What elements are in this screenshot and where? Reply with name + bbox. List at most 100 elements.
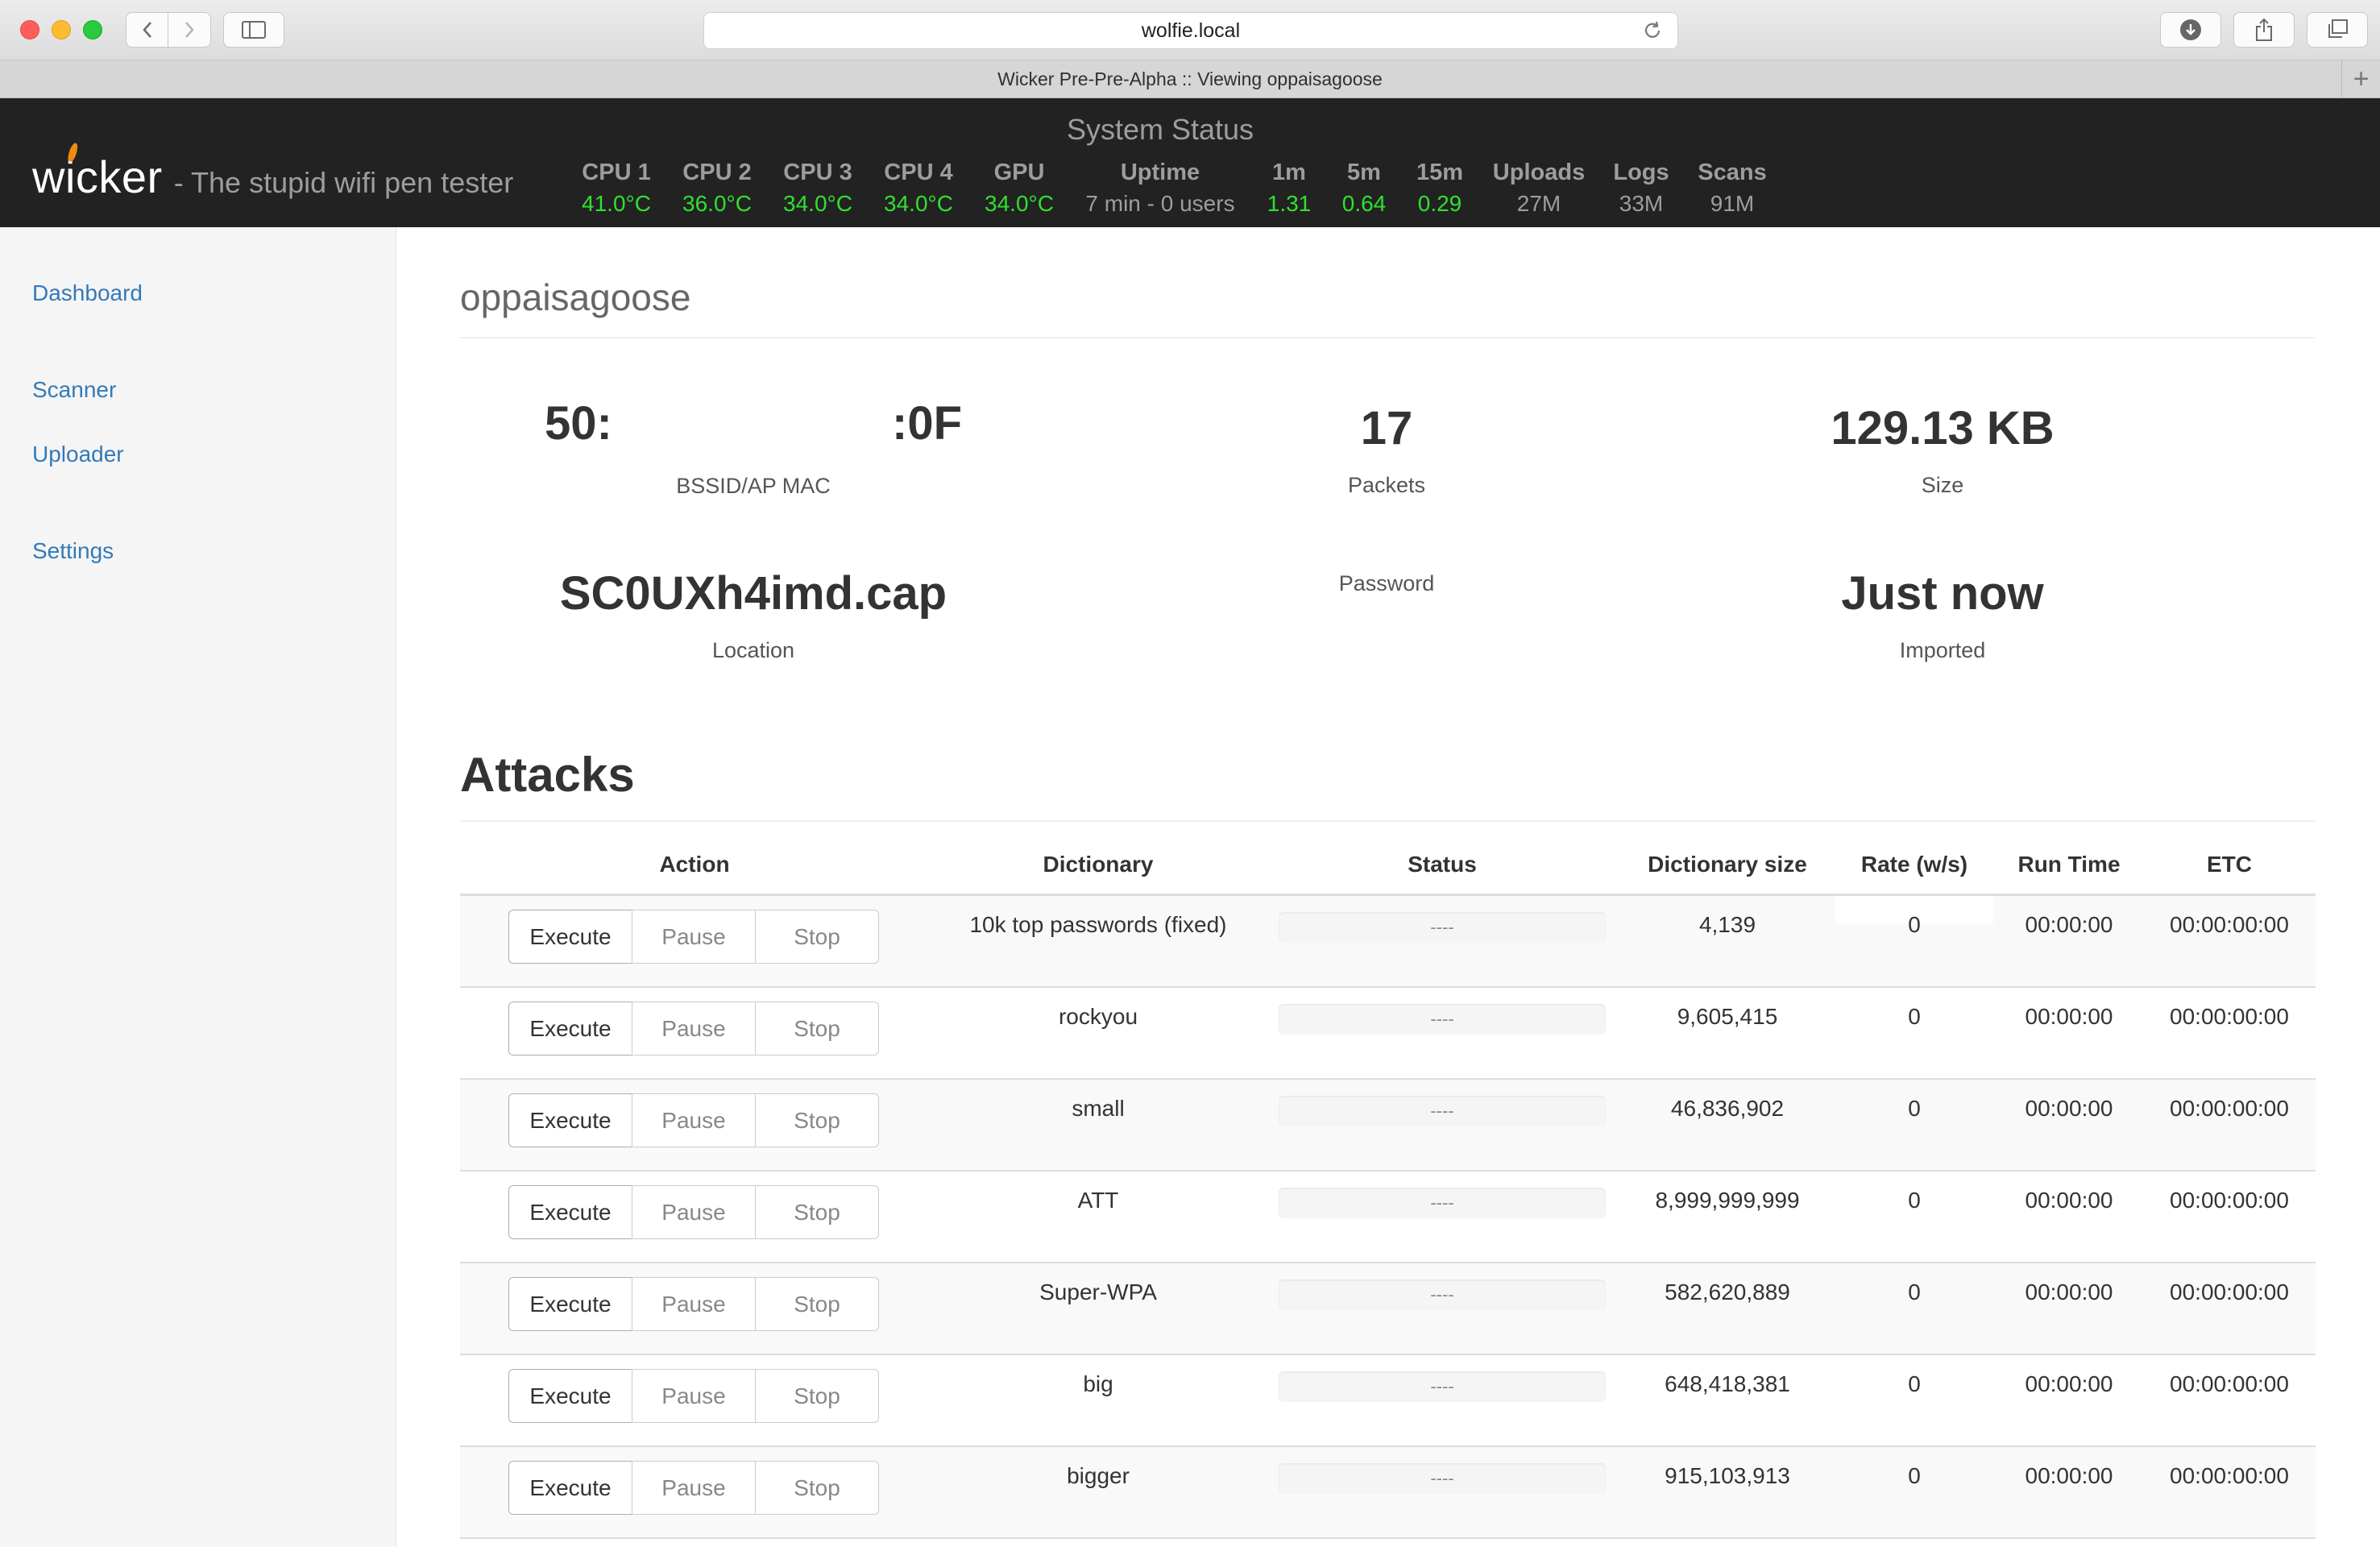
download-icon bbox=[2180, 19, 2201, 40]
forward-button[interactable] bbox=[168, 12, 211, 48]
packets-value: 17 bbox=[1360, 402, 1413, 454]
stat-label: GPU bbox=[993, 160, 1045, 185]
table-body: Execute Pause Stop 10k top passwords (fixed… bbox=[460, 896, 2316, 1539]
stop-button[interactable]: Stop bbox=[755, 1002, 879, 1056]
table-header: Action Dictionary Status Dictionary size Rat… bbox=[460, 846, 2316, 896]
execute-button[interactable]: Execute bbox=[508, 1369, 632, 1423]
downloads-button[interactable] bbox=[2160, 12, 2221, 48]
rate-cell: 0 bbox=[1908, 1188, 1921, 1213]
page-title: oppaisagoose bbox=[460, 276, 691, 318]
stop-button[interactable]: Stop bbox=[755, 1185, 879, 1239]
sidebar-item-dashboard[interactable]: Dashboard bbox=[32, 280, 143, 306]
tab-bar: Wicker Pre-Pre-Alpha :: Viewing oppaisag… bbox=[0, 60, 2380, 98]
bssid-block: BSSID/AP MAC bbox=[512, 474, 995, 499]
runtime-cell: 00:00:00 bbox=[2025, 1096, 2113, 1121]
imported-block: Just now Imported bbox=[1701, 566, 2184, 663]
zoom-window-button[interactable] bbox=[83, 20, 102, 39]
dictionary-cell: small bbox=[1072, 1096, 1125, 1121]
execute-button[interactable]: Execute bbox=[508, 1185, 632, 1239]
location-value: SC0UXh4imd.cap bbox=[559, 567, 947, 620]
dictionary-size-cell: 8,999,999,999 bbox=[1655, 1188, 1800, 1213]
execute-button[interactable]: Execute bbox=[508, 1277, 632, 1331]
reload-icon[interactable] bbox=[1642, 20, 1663, 41]
rate-cell: 0 bbox=[1908, 1371, 1921, 1396]
runtime-cell: 00:00:00 bbox=[2025, 1279, 2113, 1304]
imported-label: Imported bbox=[1899, 638, 1986, 662]
stat-value: 91M bbox=[1710, 191, 1755, 216]
bssid-label: BSSID/AP MAC bbox=[676, 474, 831, 498]
address-bar[interactable]: wolfie.local bbox=[703, 12, 1678, 49]
column-header: ETC bbox=[2207, 852, 2252, 877]
rate-cell: 0 bbox=[1908, 1096, 1921, 1121]
password-block: Password bbox=[1145, 571, 1628, 596]
location-block: SC0UXh4imd.cap Location bbox=[512, 566, 995, 663]
execute-button[interactable]: Execute bbox=[508, 1461, 632, 1515]
share-icon bbox=[2256, 18, 2272, 41]
etc-cell: 00:00:00:00 bbox=[2170, 1004, 2289, 1029]
rate-cell: 0 bbox=[1908, 1004, 1921, 1029]
action-button-group: Execute Pause Stop bbox=[508, 1002, 879, 1056]
action-button-group: Execute Pause Stop bbox=[508, 910, 879, 964]
show-tabs-button[interactable] bbox=[2307, 12, 2368, 48]
runtime-cell: 00:00:00 bbox=[2025, 1371, 2113, 1396]
execute-button[interactable]: Execute bbox=[508, 1002, 632, 1056]
sidebar-toggle-button[interactable] bbox=[223, 12, 284, 48]
close-window-button[interactable] bbox=[20, 20, 39, 39]
back-button[interactable] bbox=[126, 12, 168, 48]
stop-button[interactable]: Stop bbox=[755, 1369, 879, 1423]
column-header: Run Time bbox=[2017, 852, 2121, 877]
pause-button[interactable]: Pause bbox=[632, 1093, 756, 1147]
pause-button[interactable]: Pause bbox=[632, 1461, 756, 1515]
size-value: 129.13 KB bbox=[1831, 402, 2055, 454]
runtime-cell: 00:00:00 bbox=[2025, 1188, 2113, 1213]
rate-cell: 0 bbox=[1908, 1463, 1921, 1488]
etc-cell: 00:00:00:00 bbox=[2170, 1371, 2289, 1396]
new-tab-button[interactable]: + bbox=[2341, 60, 2380, 97]
brand-name: wicker bbox=[32, 151, 163, 202]
status-progress-bar: ---- bbox=[1279, 1279, 1606, 1310]
share-button[interactable] bbox=[2233, 12, 2295, 48]
stop-button[interactable]: Stop bbox=[755, 910, 879, 964]
pause-button[interactable]: Pause bbox=[632, 1185, 756, 1239]
rate-cell: 0 bbox=[1908, 912, 1921, 937]
pause-button[interactable]: Pause bbox=[632, 1002, 756, 1056]
sidebar-icon bbox=[242, 21, 266, 39]
sidebar-item-uploader[interactable]: Uploader bbox=[32, 442, 124, 467]
execute-button[interactable]: Execute bbox=[508, 910, 632, 964]
imported-value: Just now bbox=[1841, 567, 2044, 620]
dictionary-cell: rockyou bbox=[1058, 1004, 1138, 1029]
active-tab-title[interactable]: Wicker Pre-Pre-Alpha :: Viewing oppaisag… bbox=[997, 68, 1383, 90]
brand[interactable]: wicker - The stupid wifi pen tester bbox=[32, 142, 513, 203]
stop-button[interactable]: Stop bbox=[755, 1093, 879, 1147]
runtime-cell: 00:00:00 bbox=[2025, 1463, 2113, 1488]
action-button-group: Execute Pause Stop bbox=[508, 1185, 879, 1239]
etc-cell: 00:00:00:00 bbox=[2170, 1096, 2289, 1121]
dictionary-cell: big bbox=[1083, 1371, 1113, 1396]
divider bbox=[460, 820, 2316, 822]
runtime-cell: 00:00:00 bbox=[2025, 912, 2113, 937]
attacks-table: Action Dictionary Status Dictionary size Rat… bbox=[460, 846, 2316, 1539]
table-row: Execute Pause Stop small 46,836,902 0 00:00:00… bbox=[460, 1080, 2316, 1172]
etc-cell: 00:00:00:00 bbox=[2170, 912, 2289, 937]
column-header: Status bbox=[1408, 852, 1477, 877]
runtime-cell: 00:00:00 bbox=[2025, 1004, 2113, 1029]
pause-button[interactable]: Pause bbox=[632, 910, 756, 964]
minimize-window-button[interactable] bbox=[52, 20, 71, 39]
pause-button[interactable]: Pause bbox=[632, 1277, 756, 1331]
status-progress-bar: ---- bbox=[1279, 1096, 1606, 1126]
stop-button[interactable]: Stop bbox=[755, 1277, 879, 1331]
browser-titlebar: wolfie.local bbox=[0, 0, 2380, 60]
pause-button[interactable]: Pause bbox=[632, 1369, 756, 1423]
table-row: Execute Pause Stop ATT 8,999,999,999 0 00:00:0… bbox=[460, 1172, 2316, 1263]
dictionary-cell: ATT bbox=[1077, 1188, 1119, 1213]
password-label: Password bbox=[1338, 571, 1435, 595]
system-status-title: System Status bbox=[1066, 113, 1254, 146]
sidebar-item-scanner[interactable]: Scanner bbox=[32, 377, 116, 403]
status-progress-bar: ---- bbox=[1279, 1371, 1606, 1402]
execute-button[interactable]: Execute bbox=[508, 1093, 632, 1147]
dictionary-cell: 10k top passwords (fixed) bbox=[969, 912, 1227, 937]
sidebar-item-settings[interactable]: Settings bbox=[32, 538, 114, 564]
chevron-left-icon bbox=[142, 22, 151, 38]
stop-button[interactable]: Stop bbox=[755, 1461, 879, 1515]
column-header: Action bbox=[659, 852, 730, 877]
